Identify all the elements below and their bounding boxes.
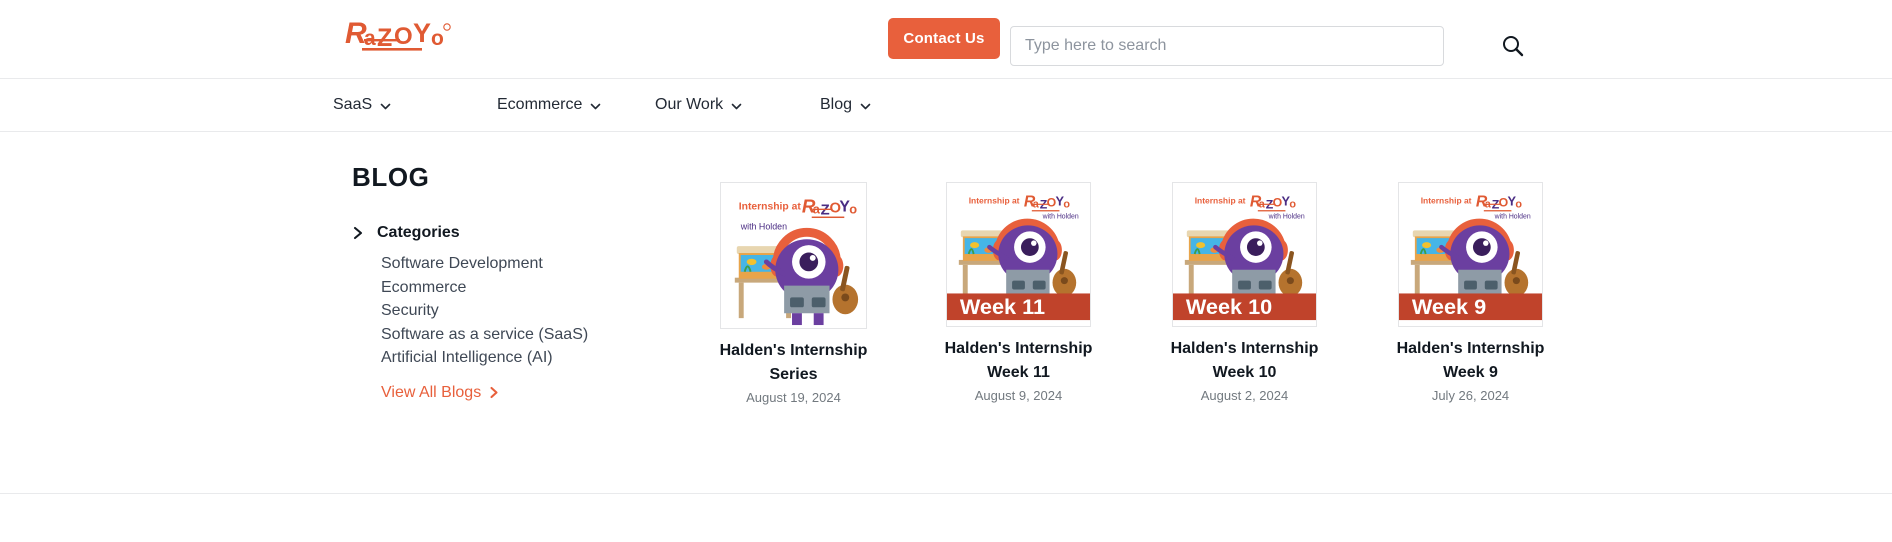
blog-card-grid: Internship at R a Z O Y o with Holden [700,182,1580,432]
view-all-blogs-link[interactable]: View All Blogs [381,384,499,402]
search-box [1010,26,1444,66]
internship-illustration-icon: Internship at R a Z O Y o with Holden [1173,183,1316,326]
svg-text:Internship at: Internship at [969,196,1020,206]
category-item-saas[interactable]: Software as a service (SaaS) [381,323,612,347]
blog-card[interactable]: Internship at R a Z O Y o with Holden [1383,182,1558,405]
category-item-ecommerce[interactable]: Ecommerce [381,276,612,300]
thumb-subtitle: with Holden [740,221,787,231]
svg-text:Y: Y [413,18,431,48]
svg-text:o: o [1515,199,1522,211]
blog-card-thumbnail: Internship at R a Z O Y o with Holden [1398,182,1543,327]
svg-text:o: o [1063,199,1070,211]
nav-item-label: Ecommerce [497,96,583,113]
nav-item-label: Our Work [655,96,724,113]
site-header: R a Z O Y o Contact Us [0,0,1892,78]
blog-card-title: Halden's Internship Week 9 [1396,340,1545,381]
chevron-down-icon [380,103,391,109]
blog-card-title: Halden's Internship Week 11 [944,340,1093,381]
internship-illustration-icon: Internship at R a Z O Y o with Holden [721,183,866,328]
svg-text:o: o [1289,199,1296,211]
blog-card-title: Halden's Internship Week 10 [1170,340,1319,381]
category-item-ai[interactable]: Artificial Intelligence (AI) [381,346,612,370]
blog-card-date: August 9, 2024 [974,388,1063,403]
chevron-down-icon [860,103,871,109]
nav-item-label: SaaS [333,96,373,113]
blog-card-title: Halden's Internship Series [719,342,868,383]
svg-text:with Holden: with Holden [1494,214,1531,221]
nav-item-ecommerce[interactable]: Ecommerce [497,79,601,131]
blog-card-date: August 19, 2024 [746,390,841,405]
svg-text:with Holden: with Holden [1042,214,1079,221]
thumb-heading: Internship at [739,202,802,213]
svg-text:o: o [849,202,857,217]
badge-text: Week 9 [1412,294,1486,319]
svg-text:Z: Z [377,24,392,52]
nav-item-our-work[interactable]: Our Work [655,79,742,131]
footer-divider [0,493,1892,494]
svg-text:Internship at: Internship at [1195,196,1246,206]
blog-sidebar: BLOG Categories Software Development Eco… [352,162,612,402]
view-all-blogs-label: View All Blogs [381,383,482,401]
blog-card-thumbnail: Internship at R a Z O Y o with Holden [1172,182,1317,327]
search-icon[interactable] [1500,33,1526,59]
chevron-down-icon [591,103,601,109]
categories-label: Categories [377,224,460,241]
blog-card[interactable]: Internship at R a Z O Y o with Holden [1157,182,1332,405]
category-item-security[interactable]: Security [381,299,612,323]
blog-card-date: August 2, 2024 [1200,388,1289,403]
svg-text:Internship at: Internship at [1421,196,1472,206]
razoyo-logo-icon: R a Z O Y o [345,17,451,52]
badge-text: Week 10 [1186,294,1272,319]
svg-text:Z: Z [821,203,830,219]
chevron-right-icon [353,226,363,240]
svg-text:O: O [394,23,413,50]
razoyo-logo[interactable]: R a Z O Y o [345,12,457,60]
contact-us-button[interactable]: Contact Us [888,18,1000,59]
blog-card-thumbnail: Internship at R a Z O Y o with Holden [720,182,867,329]
svg-text:a: a [364,27,376,50]
page-root: R a Z O Y o Contact Us Type here to sear… [0,0,1892,542]
internship-illustration-icon: Internship at R a Z O Y o with Holden [947,183,1090,326]
blog-card[interactable]: Internship at R a Z O Y o with Holden [931,182,1106,405]
badge-text: Week 11 [960,294,1045,319]
chevron-right-icon [490,386,498,399]
blog-card-date: July 26, 2024 [1431,388,1510,403]
svg-text:o: o [431,27,444,50]
main-navigation: SaaS Ecommerce Our Work Blog [0,79,1892,131]
category-list: Software Development Ecommerce Security … [352,252,612,370]
nav-item-label: Blog [820,96,853,113]
blog-card[interactable]: Internship at R a Z O Y o with Holden [706,182,881,407]
internship-illustration-icon: Internship at R a Z O Y o with Holden [1399,183,1542,326]
svg-text:with Holden: with Holden [1268,214,1305,221]
nav-item-saas[interactable]: SaaS [333,79,391,131]
nav-item-blog[interactable]: Blog [820,79,871,131]
blog-card-thumbnail: Internship at R a Z O Y o with Holden [946,182,1091,327]
chevron-down-icon [731,103,742,109]
category-item-software-development[interactable]: Software Development [381,252,612,276]
search-input[interactable] [1010,26,1444,66]
main-content: BLOG Categories Software Development Eco… [0,132,1892,493]
categories-toggle[interactable]: Categories [352,224,612,242]
page-title: BLOG [352,162,430,192]
search-icon-glyph [1503,36,1524,57]
